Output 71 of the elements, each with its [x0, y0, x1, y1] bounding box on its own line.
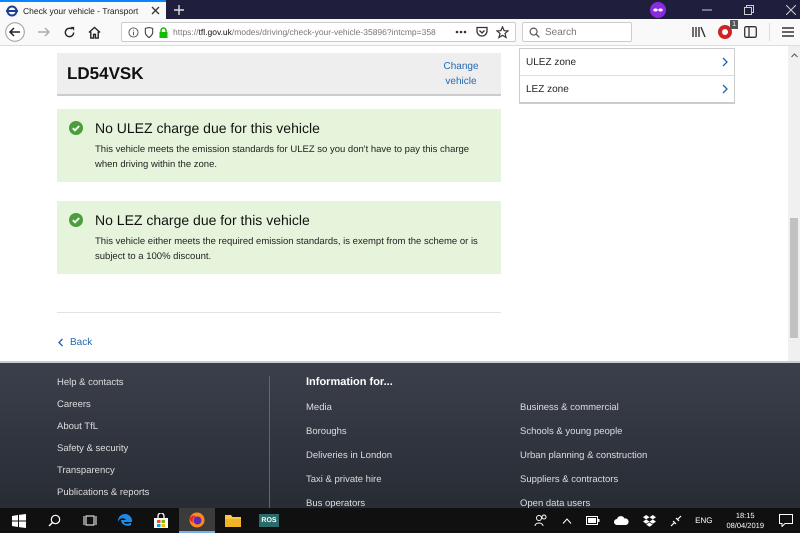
result-text: This vehicle either meets the required emission standards, is exempt from the scheme or is subject to a 100% discount.: [95, 235, 479, 264]
roundel-icon: [6, 4, 18, 16]
url-text: https://tfl.gov.uk/modes/driving/check-your-vehicle-35896?intcmp=358: [173, 27, 437, 37]
padlock-icon: [159, 26, 168, 38]
footer-link[interactable]: Taxi & private hire: [306, 473, 520, 487]
footer-link[interactable]: Publications & reports: [57, 486, 269, 500]
footer-link[interactable]: Suppliers & contractors: [520, 473, 734, 487]
windows-start-icon[interactable]: [12, 514, 26, 528]
close-icon[interactable]: [151, 6, 160, 15]
notification-icon[interactable]: [779, 514, 793, 527]
search-input[interactable]: Search: [545, 26, 625, 38]
home-icon[interactable]: [88, 26, 101, 38]
language-indicator[interactable]: ENG: [695, 516, 712, 525]
star-icon[interactable]: [496, 26, 509, 38]
footer-link[interactable]: Help & contacts: [57, 376, 269, 390]
zone-menu-item[interactable]: LEZ zone: [520, 75, 734, 102]
change-vehicle-link[interactable]: Change vehicle: [441, 58, 481, 88]
battery-icon[interactable]: [586, 516, 600, 525]
footer-link[interactable]: Safety & security: [57, 442, 269, 456]
shield-icon: [144, 26, 154, 38]
footer-link[interactable]: About TfL: [57, 420, 269, 434]
check-icon: [69, 121, 83, 135]
browser-tab[interactable]: Check your vehicle - Transport: [0, 0, 166, 19]
result-text: This vehicle meets the emission standards for ULEZ so you don't have to pay this charge when driving within the zone.: [95, 143, 470, 172]
footer-link[interactable]: Business & commercial: [520, 401, 734, 415]
restore-icon[interactable]: [744, 4, 754, 14]
reload-icon[interactable]: [63, 26, 76, 38]
cloud-icon[interactable]: [614, 516, 630, 525]
browser-e-icon: [117, 512, 133, 528]
result-title: No LEZ charge due for this vehicle: [95, 212, 310, 228]
footer-link[interactable]: Schools & young people: [520, 425, 734, 439]
people-icon[interactable]: [534, 514, 548, 527]
back-icon[interactable]: [5, 22, 25, 42]
folder-icon: [225, 514, 241, 528]
pocket-icon[interactable]: [476, 26, 488, 38]
extension-icon[interactable]: [718, 25, 732, 39]
search-field[interactable]: Search: [522, 22, 632, 42]
shopping-bag-icon: [153, 512, 169, 528]
check-icon: [69, 213, 83, 227]
footer-link[interactable]: Transparency: [57, 464, 269, 478]
footer-link[interactable]: Open data users: [520, 497, 734, 508]
chevron-left-icon: [57, 338, 64, 347]
info-icon: [128, 26, 139, 38]
scrollbar[interactable]: [788, 46, 800, 361]
dropbox-icon[interactable]: [643, 514, 656, 526]
fox-globe-icon: [189, 512, 205, 528]
menu-icon[interactable]: [782, 27, 794, 37]
address-bar[interactable]: https://tfl.gov.uk/modes/driving/check-your-vehicle-35896?intcmp=358: [121, 22, 516, 42]
footer-link[interactable]: Careers: [57, 398, 269, 412]
more-icon[interactable]: [455, 30, 467, 34]
chevron-right-icon: [722, 84, 728, 94]
footer-link[interactable]: Boroughs: [306, 425, 520, 439]
zone-menu-item[interactable]: ULEZ zone: [520, 49, 734, 75]
result-title: No ULEZ charge due for this vehicle: [95, 120, 320, 136]
footer-link[interactable]: Urban planning & construction: [520, 449, 734, 463]
chevron-right-icon: [722, 57, 728, 67]
footer-link[interactable]: Bus operators: [306, 497, 520, 508]
new-tab-icon[interactable]: [174, 4, 184, 14]
sidebar-icon[interactable]: [744, 26, 757, 38]
tab-title: Check your vehicle - Transport: [23, 6, 140, 16]
search-icon: [529, 26, 540, 38]
library-icon[interactable]: [692, 26, 706, 38]
scroll-up-icon[interactable]: [790, 53, 798, 58]
task-view-icon[interactable]: [83, 514, 97, 527]
caret-up-icon[interactable]: [562, 518, 572, 524]
footer-link[interactable]: Deliveries in London: [306, 449, 520, 463]
search-icon[interactable]: [48, 514, 61, 527]
vehicle-registration: LD54VSK: [67, 64, 144, 84]
footer-link[interactable]: Media: [306, 401, 520, 415]
footer-heading: Information for...: [306, 376, 394, 388]
back-link[interactable]: Back: [57, 337, 92, 348]
